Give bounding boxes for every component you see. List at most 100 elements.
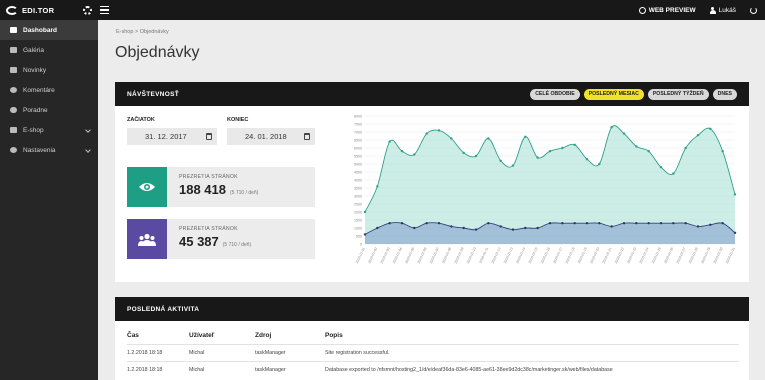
x-tick-label: 2018-01-11 bbox=[478, 247, 489, 264]
sidebar-item-comments[interactable]: Komentáre bbox=[0, 80, 98, 100]
cell-source: taskManager bbox=[255, 343, 325, 361]
table-row: 1.2.2018 18:18 Michal taskManager Databa… bbox=[127, 360, 739, 378]
data-point bbox=[388, 222, 391, 225]
filter-all-period[interactable]: CELÉ OBDOBIE bbox=[530, 88, 580, 100]
end-date-label: KONIEC bbox=[227, 117, 249, 123]
data-point bbox=[376, 185, 379, 188]
y-tick-label: 5000 bbox=[354, 163, 362, 167]
data-point bbox=[511, 164, 515, 167]
stat-icon-box bbox=[127, 219, 167, 259]
filter-today[interactable]: DNES bbox=[712, 88, 737, 100]
column-user: Užívateľ bbox=[189, 332, 215, 340]
y-tick-label: 7500 bbox=[354, 123, 362, 127]
data-point bbox=[610, 126, 613, 129]
web-preview-button[interactable]: WEB PREVIEW bbox=[638, 6, 696, 14]
data-point bbox=[561, 222, 564, 225]
calendar-icon[interactable] bbox=[304, 133, 310, 140]
data-point bbox=[635, 222, 638, 225]
start-date-value: 31. 12. 2017 bbox=[145, 132, 187, 141]
stat-label: PREZRETIA STRÁNOK bbox=[179, 174, 238, 180]
sidebar-item-settings[interactable]: Nastavenia bbox=[0, 140, 98, 160]
user-menu[interactable]: Lukáš bbox=[709, 6, 736, 14]
x-tick-label: 2018-01-07 bbox=[429, 247, 440, 265]
visits-panel-header: NÁVŠTEVNOSŤ CELÉ OBDOBIE POSLEDNÝ MESIAC… bbox=[115, 82, 749, 106]
filter-last-month[interactable]: POSLEDNÝ MESIAC bbox=[583, 88, 644, 100]
data-point bbox=[635, 145, 638, 148]
x-tick-label: 2018-01-15 bbox=[528, 247, 539, 265]
y-tick-label: 6000 bbox=[354, 147, 362, 151]
data-point bbox=[400, 222, 404, 225]
sidebar-item-eshop[interactable]: E-shop bbox=[0, 120, 98, 140]
stat-icon-box bbox=[127, 167, 167, 207]
stat-value: 188 418 bbox=[179, 182, 226, 197]
breadcrumb[interactable]: E-shop > Objednávky bbox=[116, 29, 169, 35]
column-description: Popis bbox=[325, 332, 343, 340]
data-point bbox=[709, 127, 712, 130]
y-tick-label: 3500 bbox=[354, 187, 362, 191]
data-point bbox=[524, 135, 527, 138]
news-icon bbox=[10, 67, 17, 73]
users-icon bbox=[10, 107, 17, 113]
x-tick-label: 2018-01-25 bbox=[651, 247, 662, 265]
end-date-field[interactable]: 24. 01. 2018 bbox=[227, 128, 315, 145]
x-tick-label: 2018-01-31 bbox=[725, 247, 736, 265]
x-tick-label: 2018-01-30 bbox=[713, 247, 724, 265]
cell-user: Michal bbox=[189, 343, 255, 361]
y-tick-label: 1500 bbox=[354, 219, 362, 223]
x-tick-label: 2018-01-06 bbox=[417, 247, 428, 265]
data-point bbox=[474, 228, 478, 231]
data-point bbox=[622, 222, 626, 225]
data-point bbox=[598, 222, 601, 225]
logo[interactable]: EDI.TOR bbox=[0, 0, 98, 20]
filter-last-week[interactable]: POSLEDNÝ TÝŽDEŇ bbox=[647, 88, 709, 100]
x-tick-label: 2018-01-28 bbox=[688, 247, 699, 265]
data-point bbox=[610, 225, 613, 228]
start-date-field[interactable]: 31. 12. 2017 bbox=[127, 128, 217, 145]
chevron-down-icon bbox=[85, 127, 91, 133]
globe-icon bbox=[638, 6, 646, 14]
chevron-down-icon bbox=[85, 147, 91, 153]
x-tick-label: 2018-01-23 bbox=[626, 247, 637, 265]
data-point bbox=[585, 158, 589, 161]
column-source: Zdroj bbox=[255, 332, 272, 340]
data-point bbox=[524, 226, 527, 230]
sidebar: Dashobard Galéria Novinky Komentáre Pora… bbox=[0, 20, 98, 380]
y-tick-label: 8000 bbox=[354, 115, 362, 119]
data-point bbox=[363, 210, 367, 214]
x-tick-label: 2018-01-18 bbox=[565, 247, 576, 265]
sidebar-item-advice[interactable]: Poradne bbox=[0, 100, 98, 120]
sidebar-item-label: Galéria bbox=[23, 46, 44, 54]
visits-chart: 0 500 1000 1500 2000 2500 3000 3500 4000 4500 5000… bbox=[354, 115, 737, 265]
stat-value: 45 387 bbox=[179, 234, 219, 249]
data-point bbox=[696, 134, 700, 137]
sidebar-item-news[interactable]: Novinky bbox=[0, 60, 98, 80]
data-point bbox=[684, 146, 687, 150]
data-point bbox=[733, 193, 737, 196]
end-date-value: 24. 01. 2018 bbox=[245, 132, 287, 141]
stat-card-visitors: PREZRETIA STRÁNOK 45 387 (5 710 / deň) bbox=[127, 219, 315, 259]
data-point bbox=[413, 153, 416, 156]
menu-toggle-button[interactable] bbox=[100, 0, 114, 20]
sidebar-item-gallery[interactable]: Galéria bbox=[0, 40, 98, 60]
data-point bbox=[733, 231, 737, 234]
power-icon[interactable] bbox=[750, 6, 757, 14]
activity-table: Čas Užívateľ Zdroj Popis 1.2.2018 18:18 … bbox=[127, 328, 739, 378]
calendar-icon[interactable] bbox=[206, 133, 212, 140]
data-point bbox=[511, 228, 515, 231]
data-point bbox=[659, 166, 663, 169]
stat-label: PREZRETIA STRÁNOK bbox=[179, 226, 238, 232]
data-point bbox=[363, 233, 367, 236]
data-point bbox=[659, 222, 663, 225]
data-point bbox=[548, 150, 552, 153]
page-title: Objednávky bbox=[115, 44, 200, 61]
data-point bbox=[684, 222, 687, 225]
x-tick-label: 2018-01-03 bbox=[380, 247, 391, 265]
y-tick-label: 1000 bbox=[354, 227, 362, 231]
sidebar-item-dashboard[interactable]: Dashobard bbox=[0, 20, 98, 40]
cart-icon bbox=[10, 127, 17, 133]
eye-icon bbox=[139, 183, 155, 191]
start-date-label: ZAČIATOK bbox=[127, 117, 155, 123]
data-point bbox=[672, 222, 675, 225]
gear-icon[interactable] bbox=[83, 5, 92, 15]
y-tick-label: 500 bbox=[356, 235, 362, 239]
